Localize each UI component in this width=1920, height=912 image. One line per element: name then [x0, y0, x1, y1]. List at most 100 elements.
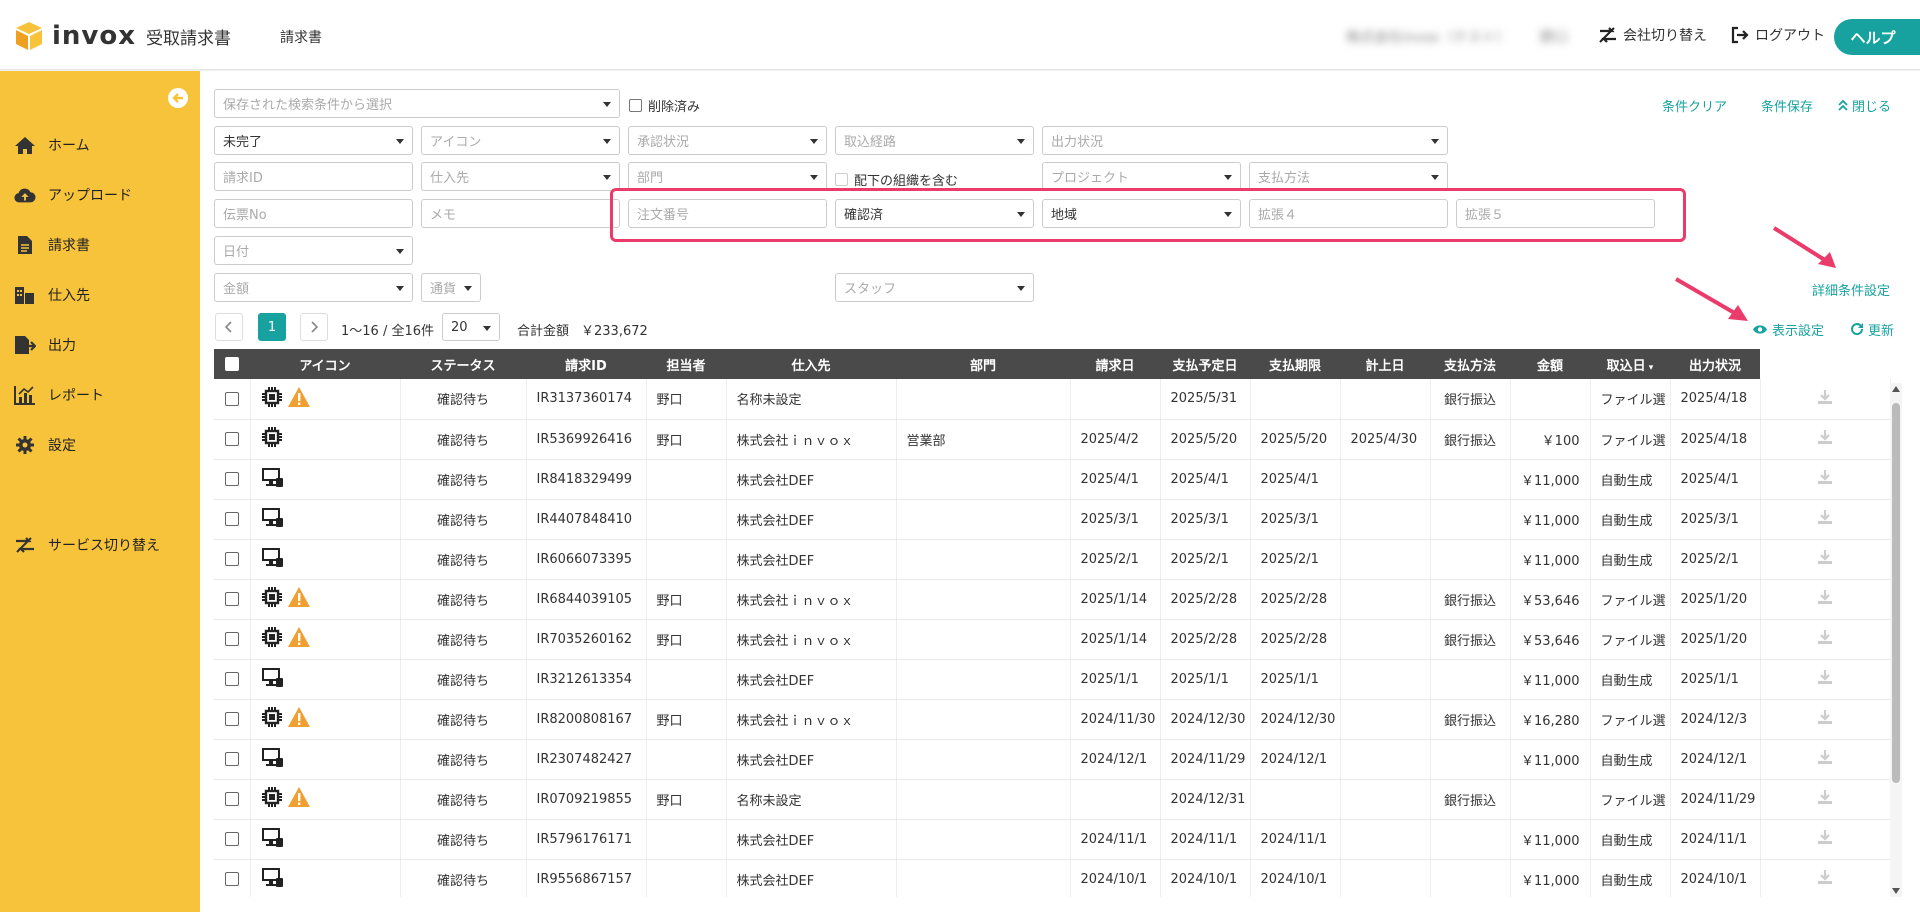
amount-select[interactable]: 金額	[214, 273, 413, 302]
table-scrollbar[interactable]	[1890, 383, 1902, 897]
download-icon[interactable]	[1816, 870, 1834, 890]
table-row[interactable]: 確認待ち IR4407848410 株式会社DEF 2025/3/1 2025/3/1 2…	[214, 499, 1891, 540]
table-row[interactable]: 確認待ち IR9556867157 株式会社DEF 2024/10/1 2024/10/…	[214, 859, 1891, 897]
output-cell[interactable]	[1760, 419, 1891, 460]
logout-button[interactable]: ログアウト	[1730, 25, 1825, 45]
next-page-button[interactable]	[300, 313, 328, 341]
checkbox-box[interactable]	[835, 173, 848, 186]
app-logo[interactable]: invox 受取請求書	[14, 20, 231, 52]
row-checkbox[interactable]	[224, 872, 239, 886]
sidebar-item-home[interactable]: ホーム	[14, 131, 90, 159]
sidebar-item-export[interactable]: 出力	[14, 331, 76, 359]
output-cell[interactable]	[1760, 859, 1891, 897]
column-header[interactable]: 仕入先	[726, 349, 896, 379]
download-icon[interactable]	[1816, 590, 1834, 610]
table-row[interactable]: 確認待ち IR0709219855 野口 名称未設定 2024/12/31 銀行振込 ファイ…	[214, 779, 1891, 820]
column-header[interactable]: 出力状況	[1670, 349, 1760, 379]
row-checkbox[interactable]	[224, 792, 239, 806]
download-icon[interactable]	[1816, 790, 1834, 810]
table-row[interactable]: 確認待ち IR2307482427 株式会社DEF 2024/12/1 2024/11/…	[214, 739, 1891, 780]
slip-no-input[interactable]: 伝票No	[214, 199, 413, 228]
download-icon[interactable]	[1816, 550, 1834, 570]
column-header[interactable]: 部門	[896, 349, 1070, 379]
table-row[interactable]: 確認待ち IR5796176171 株式会社DEF 2024/11/1 2024/11/…	[214, 819, 1891, 860]
column-header[interactable]: 支払方法	[1430, 349, 1510, 379]
row-checkbox-cell[interactable]	[214, 819, 251, 860]
table-row[interactable]: 確認待ち IR6844039105 野口 株式会社ｉｎｖｏｘ 2025/1/14 2025…	[214, 579, 1891, 620]
payment-method-select[interactable]: 支払方法	[1249, 162, 1448, 191]
currency-select[interactable]: 通貨	[421, 273, 481, 302]
output-cell[interactable]	[1760, 819, 1891, 860]
output-cell[interactable]	[1760, 699, 1891, 740]
output-cell[interactable]	[1760, 499, 1891, 540]
table-row[interactable]: 確認待ち IR5369926416 野口 株式会社ｉｎｖｏｘ 営業部 2025/4/2 20…	[214, 419, 1891, 460]
sidebar-item-reports[interactable]: レポート	[14, 381, 104, 409]
row-checkbox-cell[interactable]	[214, 579, 251, 620]
row-checkbox[interactable]	[224, 391, 239, 406]
scroll-down-icon[interactable]	[1892, 888, 1900, 894]
clear-conditions-link[interactable]: 条件クリア	[1662, 96, 1727, 115]
sidebar-item-upload[interactable]: アップロード	[14, 181, 132, 209]
display-settings-link[interactable]: 表示設定	[1752, 320, 1824, 339]
row-checkbox[interactable]	[224, 512, 239, 526]
output-cell[interactable]	[1760, 379, 1891, 420]
output-cell[interactable]	[1760, 739, 1891, 780]
date-select[interactable]: 日付	[214, 236, 413, 265]
supplier-select[interactable]: 仕入先	[421, 162, 620, 191]
row-checkbox-cell[interactable]	[214, 379, 251, 420]
help-button[interactable]: ヘルプ	[1834, 19, 1920, 55]
column-header[interactable]: 請求日	[1070, 349, 1160, 379]
row-checkbox-cell[interactable]	[214, 619, 251, 660]
header-nav-invoices[interactable]: 請求書	[280, 27, 322, 47]
select-all-checkbox[interactable]	[225, 357, 239, 371]
table-row[interactable]: 確認待ち IR3137360174 野口 名称未設定 2025/5/31 銀行振込 ファイル…	[214, 379, 1891, 420]
table-row[interactable]: 確認待ち IR8200808167 野口 株式会社ｉｎｖｏｘ 2024/11/30 202…	[214, 699, 1891, 740]
invoice-id-input[interactable]: 請求ID	[214, 162, 413, 191]
status-select[interactable]: 未完了	[214, 126, 413, 155]
output-cell[interactable]	[1760, 539, 1891, 580]
column-header[interactable]: アイコン	[250, 349, 400, 379]
output-status-select[interactable]: 出力状況	[1042, 126, 1448, 155]
column-header[interactable]: 計上日	[1340, 349, 1430, 379]
download-icon[interactable]	[1816, 750, 1834, 770]
row-checkbox-cell[interactable]	[214, 419, 251, 460]
import-route-select[interactable]: 取込経路	[835, 126, 1034, 155]
select-all-header[interactable]	[214, 349, 250, 379]
row-checkbox-cell[interactable]	[214, 659, 251, 700]
column-header[interactable]: 取込日 ▾	[1590, 349, 1670, 379]
include-sub-org-checkbox[interactable]: 配下の組織を含む	[835, 170, 958, 189]
table-row[interactable]: 確認待ち IR3212613354 株式会社DEF 2025/1/1 2025/1/1 2…	[214, 659, 1891, 700]
output-cell[interactable]	[1760, 579, 1891, 620]
column-header[interactable]: ステータス	[400, 349, 526, 379]
deleted-checkbox[interactable]: 削除済み	[629, 96, 700, 115]
row-checkbox-cell[interactable]	[214, 459, 251, 500]
download-icon[interactable]	[1816, 670, 1834, 690]
download-icon[interactable]	[1816, 389, 1834, 410]
page-1-button[interactable]: 1	[258, 313, 286, 341]
scroll-thumb[interactable]	[1892, 403, 1900, 783]
close-filters-link[interactable]: 閉じる	[1838, 96, 1891, 115]
output-cell[interactable]	[1760, 459, 1891, 500]
prev-page-button[interactable]	[215, 313, 243, 341]
save-conditions-link[interactable]: 条件保存	[1761, 96, 1813, 115]
checkbox-box[interactable]	[629, 99, 642, 112]
column-header[interactable]: 担当者	[646, 349, 726, 379]
staff-select[interactable]: スタッフ	[835, 273, 1034, 302]
row-checkbox[interactable]	[224, 712, 239, 726]
row-checkbox[interactable]	[224, 752, 239, 766]
row-checkbox[interactable]	[224, 632, 239, 646]
table-row[interactable]: 確認待ち IR8418329499 株式会社DEF 2025/4/1 2025/4/1 2…	[214, 459, 1891, 500]
sidebar-item-suppliers[interactable]: 仕入先	[14, 281, 90, 309]
row-checkbox[interactable]	[224, 672, 239, 686]
scroll-up-icon[interactable]	[1892, 386, 1900, 392]
table-row[interactable]: 確認待ち IR6066073395 株式会社DEF 2025/2/1 2025/2/1 2…	[214, 539, 1891, 580]
switch-company-button[interactable]: 会社切り替え	[1598, 25, 1707, 45]
column-header[interactable]: 支払期限	[1250, 349, 1340, 379]
collapse-sidebar-icon[interactable]	[168, 88, 188, 108]
row-checkbox-cell[interactable]	[214, 499, 251, 540]
project-select[interactable]: プロジェクト	[1042, 162, 1241, 191]
output-cell[interactable]	[1760, 619, 1891, 660]
table-row[interactable]: 確認待ち IR7035260162 野口 株式会社ｉｎｖｏｘ 2025/1/14 2025…	[214, 619, 1891, 660]
row-checkbox-cell[interactable]	[214, 699, 251, 740]
approval-select[interactable]: 承認状況	[628, 126, 827, 155]
